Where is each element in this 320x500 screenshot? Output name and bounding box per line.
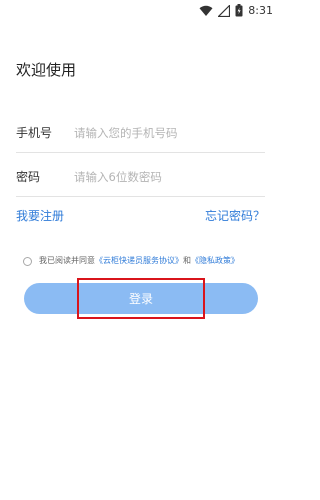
phone-label: 手机号: [16, 126, 53, 140]
battery-icon: [235, 2, 243, 21]
page-title: 欢迎使用: [16, 61, 77, 79]
password-field-row: 密码: [16, 158, 265, 197]
status-icons: 8:31: [199, 3, 273, 19]
forgot-password-link[interactable]: 忘记密码？: [205, 207, 265, 225]
login-button-label: 登录: [128, 292, 153, 306]
wifi-icon: [199, 2, 213, 21]
phone-input[interactable]: [74, 122, 260, 144]
password-input[interactable]: [74, 166, 260, 188]
privacy-policy-link[interactable]: 《隐私政策》: [191, 254, 239, 268]
password-label: 密码: [16, 170, 41, 184]
register-link[interactable]: 我要注册: [16, 207, 64, 225]
service-agreement-link[interactable]: 《云柜快递员服务协议》: [95, 254, 183, 268]
signal-icon: [217, 2, 231, 21]
login-button[interactable]: 登录: [24, 283, 258, 314]
phone-field-row: 手机号: [16, 114, 265, 153]
agreement-prefix: 我已阅读并同意: [39, 256, 95, 265]
agreement-row: 我已阅读并同意 《云柜快递员服务协议》 和 《隐私政策》: [23, 254, 239, 268]
agreement-and: 和: [183, 256, 191, 265]
status-time: 8:31: [248, 4, 273, 17]
status-bar: 8:31: [0, 0, 281, 22]
agree-radio[interactable]: [23, 256, 32, 266]
